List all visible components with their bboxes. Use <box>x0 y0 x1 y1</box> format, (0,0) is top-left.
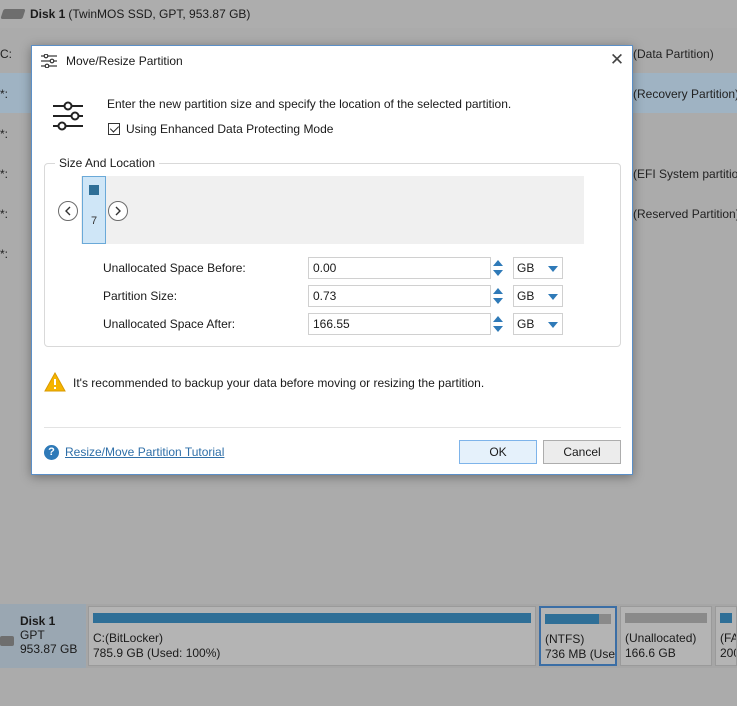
unallocated-before-spinner[interactable] <box>492 257 504 279</box>
partition-size: 200 <box>720 646 736 660</box>
unallocated-before-row: Unallocated Space Before: 0.00 GB <box>103 257 573 279</box>
unallocated-before-unit[interactable]: GB <box>513 257 563 279</box>
chevron-right-icon <box>115 206 121 216</box>
chevron-left-icon <box>65 206 71 216</box>
unit-value: GB <box>517 317 535 331</box>
disk-icon <box>0 9 26 19</box>
partition-label: (Unallocated) <box>625 631 697 645</box>
spin-up-icon[interactable] <box>493 316 503 322</box>
row-letter: *: <box>0 127 9 141</box>
row-type: (Recovery Partition) <box>633 87 737 101</box>
warning-icon <box>44 372 66 392</box>
sliders-icon <box>41 54 57 68</box>
partition-size: 785.9 GB (Used: 100%) <box>93 646 221 660</box>
size-location-group: Size And Location 7 Unallocated Space Be… <box>44 156 621 347</box>
resize-settings-icon <box>53 101 83 131</box>
warning-text: It's recommended to backup your data bef… <box>73 376 485 390</box>
partition-size: 166.6 GB <box>625 646 676 660</box>
disk-map-name: Disk 1 <box>20 614 56 628</box>
group-label: Size And Location <box>55 156 160 170</box>
partition-block-selected[interactable]: (NTFS) 736 MB (Usec <box>539 606 617 666</box>
row-letter: *: <box>0 87 9 101</box>
unallocated-after-input[interactable]: 166.55 <box>308 313 491 335</box>
unallocated-after-spinner[interactable] <box>492 313 504 335</box>
caret-down-icon <box>548 294 558 300</box>
partition-label: (NTFS) <box>545 632 585 646</box>
field-label: Unallocated Space After: <box>103 317 236 331</box>
row-type: (EFI System partition <box>633 167 737 181</box>
spin-down-icon[interactable] <box>493 298 503 304</box>
tutorial-link[interactable]: Resize/Move Partition Tutorial <box>65 445 224 459</box>
unallocated-after-row: Unallocated Space After: 166.55 GB <box>103 313 573 335</box>
unit-value: GB <box>517 261 535 275</box>
row-type: (Data Partition) <box>633 47 714 61</box>
spin-up-icon[interactable] <box>493 288 503 294</box>
partition-size-row: Partition Size: 0.73 GB <box>103 285 573 307</box>
partition-size-unit[interactable]: GB <box>513 285 563 307</box>
ok-button[interactable]: OK <box>459 440 537 464</box>
partition-label: (FA <box>720 631 737 645</box>
spin-down-icon[interactable] <box>493 326 503 332</box>
enhanced-mode-option[interactable]: Using Enhanced Data Protecting Mode <box>108 122 333 136</box>
partition-usage-mark <box>89 185 99 195</box>
partition-block[interactable]: (FA 200 <box>715 606 737 666</box>
row-type: (Reserved Partition) <box>633 207 737 221</box>
field-label: Unallocated Space Before: <box>103 261 246 275</box>
disk-header-detail: (TwinMOS SSD, GPT, 953.87 GB) <box>68 7 251 21</box>
disk-map-info[interactable]: Disk 1 GPT 953.87 GB <box>0 604 86 668</box>
field-label: Partition Size: <box>103 289 178 303</box>
enhanced-mode-label: Using Enhanced Data Protecting Mode <box>126 122 334 136</box>
disk-header-name: Disk 1 <box>30 7 66 21</box>
divider <box>44 427 621 428</box>
dialog-title: Move/Resize Partition <box>66 54 183 68</box>
close-button[interactable]: ✕ <box>608 51 626 70</box>
partition-block[interactable]: (Unallocated) 166.6 GB <box>620 606 712 666</box>
cancel-button[interactable]: Cancel <box>543 440 621 464</box>
move-left-button[interactable] <box>58 201 78 221</box>
unallocated-after-unit[interactable]: GB <box>513 313 563 335</box>
usage-bar <box>93 613 531 623</box>
partition-handle[interactable]: 7 <box>82 176 106 244</box>
move-resize-dialog: Move/Resize Partition ✕ Enter the new pa… <box>31 45 633 475</box>
row-letter: C: <box>0 47 12 61</box>
caret-down-icon <box>548 322 558 328</box>
move-right-button[interactable] <box>108 201 128 221</box>
enhanced-mode-checkbox[interactable] <box>108 123 120 135</box>
unallocated-before-input[interactable]: 0.00 <box>308 257 491 279</box>
disk-map-size: 953.87 GB <box>20 642 78 656</box>
row-letter: *: <box>0 167 9 181</box>
usage-bar <box>625 613 707 623</box>
partition-size-input[interactable]: 0.73 <box>308 285 491 307</box>
partition-handle-label: 7 <box>90 215 98 227</box>
partition-block[interactable]: C:(BitLocker) 785.9 GB (Used: 100%) <box>88 606 536 666</box>
caret-down-icon <box>548 266 558 272</box>
row-letter: *: <box>0 207 9 221</box>
help-icon[interactable]: ? <box>44 445 59 460</box>
usage-bar <box>720 613 732 623</box>
unit-value: GB <box>517 289 535 303</box>
intro-text: Enter the new partition size and specify… <box>107 97 512 111</box>
spin-down-icon[interactable] <box>493 270 503 276</box>
spin-up-icon[interactable] <box>493 260 503 266</box>
usage-bar <box>545 614 611 624</box>
partition-label: C:(BitLocker) <box>93 631 164 645</box>
partition-track[interactable]: 7 <box>81 176 584 244</box>
disk-map: Disk 1 GPT 953.87 GB C:(BitLocker) 785.9… <box>0 604 737 668</box>
partition-size-spinner[interactable] <box>492 285 504 307</box>
dialog-titlebar[interactable]: Move/Resize Partition <box>32 46 632 76</box>
disk-header: Disk 1 (TwinMOS SSD, GPT, 953.87 GB) <box>0 5 250 23</box>
disk-map-style: GPT <box>20 628 45 642</box>
disk-icon <box>0 636 14 646</box>
partition-size: 736 MB (Usec <box>545 647 617 661</box>
row-letter: *: <box>0 247 9 261</box>
